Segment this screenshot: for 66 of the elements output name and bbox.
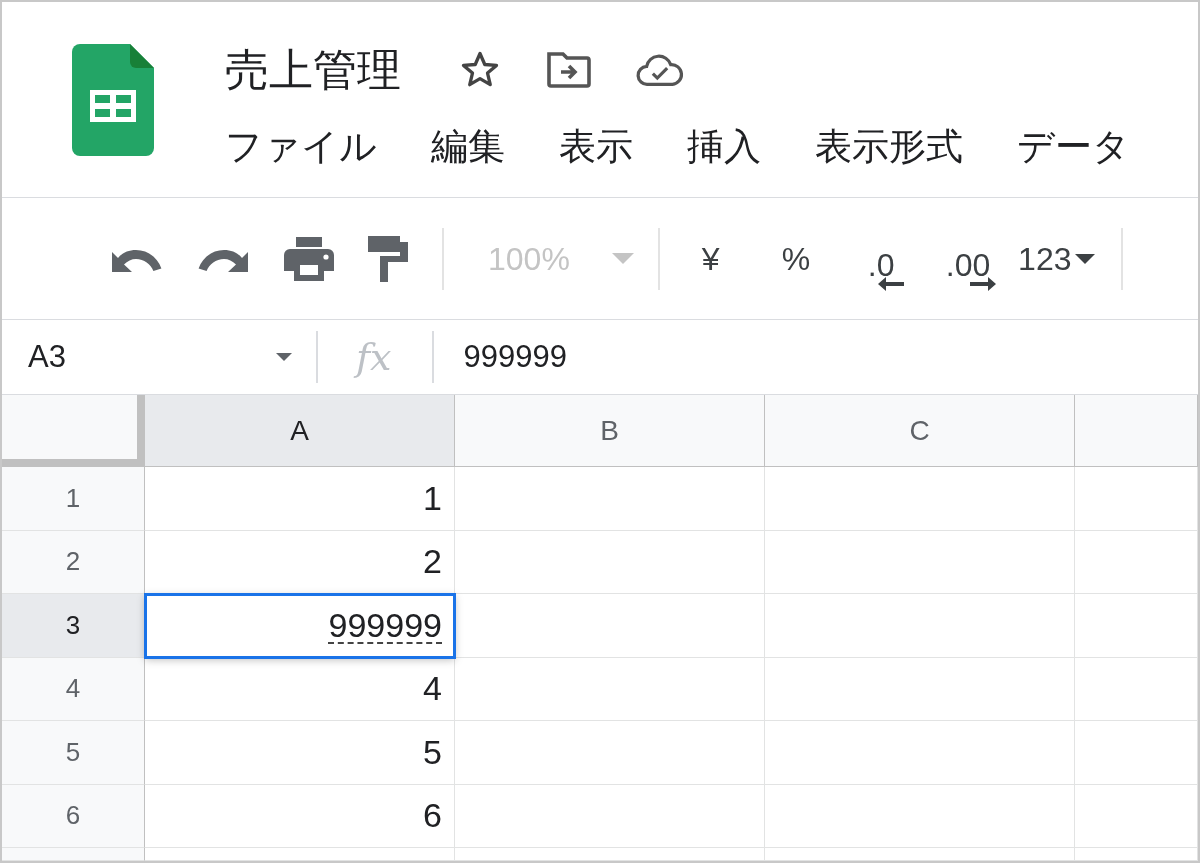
row-header[interactable]: 1	[2, 467, 145, 531]
left-arrow-icon	[878, 276, 905, 291]
menu-item[interactable]: データ	[1017, 128, 1130, 165]
row-header[interactable]: 5	[2, 721, 145, 785]
table-cell[interactable]: 1	[145, 467, 455, 531]
increase-decimal-button[interactable]: .00	[940, 248, 997, 291]
table-cell[interactable]	[455, 721, 765, 785]
percent-button[interactable]: %	[781, 242, 811, 275]
table-cell[interactable]	[1075, 848, 1198, 861]
column-header[interactable]: B	[455, 395, 765, 467]
table-cell[interactable]	[455, 848, 765, 861]
column-header[interactable]: A	[145, 395, 455, 467]
table-cell[interactable]: 6	[145, 784, 455, 848]
name-box[interactable]: A3	[2, 320, 316, 394]
document-title[interactable]: 売上管理	[225, 48, 401, 92]
table-cell[interactable]	[1075, 594, 1198, 658]
caret-icon	[1075, 253, 1096, 264]
table-cell[interactable]	[455, 784, 765, 848]
row-header[interactable]: 6	[2, 784, 145, 848]
folder-arrow-icon[interactable]	[545, 50, 593, 90]
cloud-check-icon[interactable]	[635, 52, 685, 88]
table-cell[interactable]	[765, 721, 1075, 785]
currency-button[interactable]: ¥	[701, 242, 720, 275]
table-cell[interactable]	[1075, 530, 1198, 594]
right-arrow-icon	[970, 276, 997, 291]
table-cell[interactable]: 999999	[145, 594, 455, 658]
paint-format-button[interactable]	[368, 235, 408, 282]
table-cell[interactable]: 4	[145, 657, 455, 721]
table-cell[interactable]	[765, 784, 1075, 848]
formula-input[interactable]: 999999	[463, 339, 567, 375]
menu-item[interactable]: 表示形式	[815, 128, 963, 165]
menu-item[interactable]: 表示	[559, 128, 633, 165]
table-cell[interactable]: 2	[145, 530, 455, 594]
decrease-decimal-button[interactable]: .0	[858, 248, 905, 291]
menu-item[interactable]: 挿入	[687, 128, 761, 165]
table-cell[interactable]	[145, 848, 455, 861]
table-cell[interactable]	[765, 848, 1075, 861]
table-cell[interactable]	[765, 467, 1075, 531]
row-header[interactable]: 2	[2, 530, 145, 594]
table-cell[interactable]	[765, 594, 1075, 658]
table-cell[interactable]	[765, 530, 1075, 594]
table-cell[interactable]	[455, 530, 765, 594]
table-cell[interactable]	[1075, 657, 1198, 721]
table-cell[interactable]	[455, 657, 765, 721]
column-header[interactable]	[1075, 395, 1198, 467]
column-header[interactable]: C	[765, 395, 1075, 467]
table-cell[interactable]: 5	[145, 721, 455, 785]
table-cell[interactable]	[455, 594, 765, 658]
row-header[interactable]	[2, 848, 145, 861]
row-header[interactable]: 4	[2, 657, 145, 721]
print-button[interactable]	[284, 236, 334, 281]
table-cell[interactable]	[765, 657, 1075, 721]
row-header[interactable]: 3	[2, 594, 145, 658]
print-icon	[284, 236, 334, 281]
table-cell[interactable]	[1075, 467, 1198, 531]
paint-roller-icon	[368, 235, 408, 282]
number-format-dropdown[interactable]: 123	[1018, 242, 1096, 275]
caret-icon	[276, 353, 292, 361]
menu-item[interactable]: ファイル	[225, 128, 377, 165]
menu-item[interactable]: 編集	[431, 128, 505, 165]
spreadsheet-logo-icon[interactable]	[72, 44, 154, 156]
select-all-corner[interactable]	[2, 395, 145, 467]
caret-icon	[611, 253, 634, 264]
table-cell[interactable]	[455, 467, 765, 531]
table-cell[interactable]	[1075, 784, 1198, 848]
table-cell[interactable]	[1075, 721, 1198, 785]
